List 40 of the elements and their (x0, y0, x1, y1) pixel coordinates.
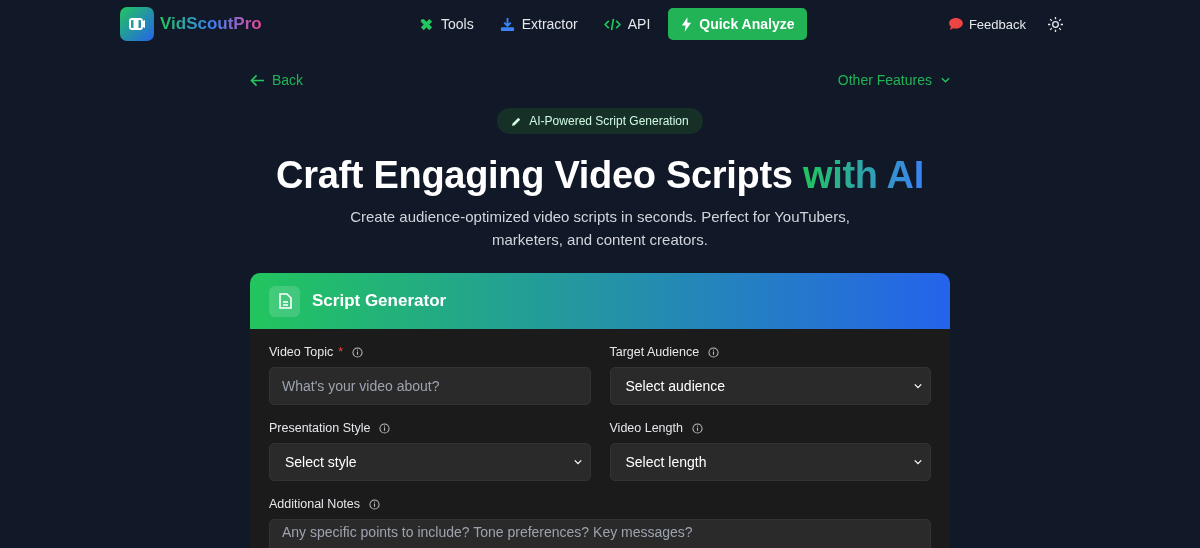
chevron-down-icon (941, 77, 950, 83)
sun-icon[interactable] (1048, 16, 1063, 32)
chat-bubble-icon (948, 18, 963, 30)
notes-textarea[interactable]: Any specific points to include? Tone preferences? Key messages? (269, 519, 931, 548)
card-title: Script Generator (312, 291, 447, 311)
info-icon (691, 422, 703, 434)
dropdown-select[interactable]: Select style (269, 443, 591, 481)
text-input[interactable]: What's your video about? (269, 367, 591, 405)
other-features-dropdown[interactable]: Other Features (837, 72, 950, 88)
dropdown-select[interactable]: Select audience (609, 367, 931, 405)
dropdown-select[interactable]: Select length (609, 443, 931, 481)
required-asterisk: * (338, 345, 344, 359)
field-label: Target Audience (609, 345, 700, 359)
field-label: Additional Notes (269, 497, 361, 511)
chevron-down-icon (573, 459, 582, 465)
code-icon (603, 17, 621, 31)
back-link[interactable]: Back (250, 72, 304, 88)
info-icon (379, 422, 391, 434)
headline: Craft Engaging Video Scripts with AI (276, 154, 924, 197)
chevron-down-icon (914, 459, 922, 465)
field-label: Video Topic (269, 345, 334, 359)
subtitle: Create audience-optimized video scripts in seconds. Perfect for YouTubers, marketers, and content creators. (349, 207, 851, 250)
field-label: Video Length (609, 421, 683, 435)
download-icon (499, 16, 515, 32)
info-icon (352, 346, 364, 358)
tools-icon (419, 16, 434, 32)
badge-text: AI-Powered Script Generation (529, 114, 689, 128)
nav-link[interactable]: Extractor (499, 16, 578, 32)
feedback-link[interactable]: Feedback (948, 16, 1026, 32)
pencil-icon (511, 115, 523, 127)
logo-icon (120, 7, 154, 41)
field-label: Presentation Style (269, 421, 371, 435)
lightning-icon (681, 16, 693, 32)
nav-link[interactable]: API (603, 16, 651, 32)
info-icon (369, 498, 381, 510)
nav-link[interactable]: Tools (419, 16, 474, 32)
info-icon (708, 346, 720, 358)
arrow-left-icon (250, 73, 265, 87)
document-icon (269, 285, 300, 317)
chevron-down-icon (914, 383, 922, 389)
